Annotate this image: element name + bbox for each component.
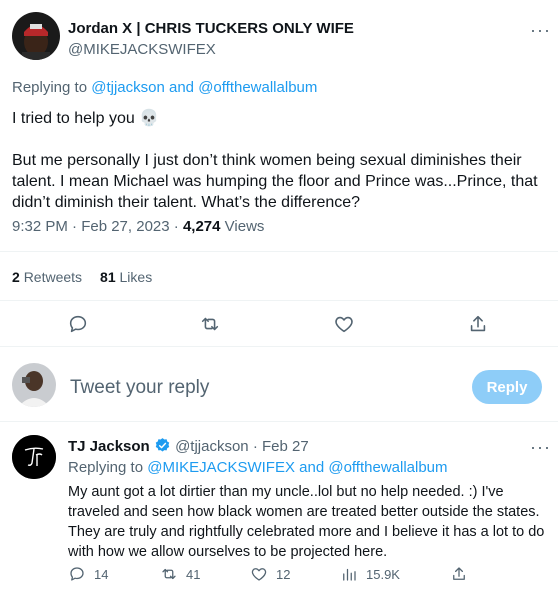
reply-date[interactable]: Feb 27 [262, 438, 309, 455]
retweets-count: 2 [12, 269, 20, 285]
replying-and: and [168, 79, 195, 96]
reply-action[interactable]: 14 [68, 564, 108, 584]
like-action[interactable]: 12 [250, 564, 290, 584]
views-action[interactable]: 15.9K [340, 564, 400, 584]
my-avatar[interactable] [12, 363, 56, 407]
mention-link[interactable]: @tjjackson [91, 79, 165, 96]
divider [0, 251, 558, 252]
retweet-count: 41 [186, 566, 201, 582]
retweets-stat[interactable]: 2 Retweets [12, 269, 82, 285]
more-icon[interactable]: ··· [530, 437, 551, 458]
divider [0, 421, 558, 422]
tweet-paragraph: I tried to help you 💀 [12, 110, 160, 127]
timestamp-text[interactable]: 9:32 PM · Feb 27, 2023 · [12, 218, 183, 235]
reply-icon [68, 565, 86, 583]
verified-badge-icon [154, 437, 171, 458]
like-count: 12 [276, 566, 291, 582]
reply-author-line: TJ Jackson @tjjackson · Feb 27 [68, 437, 309, 458]
reply-author-name[interactable]: TJ Jackson [68, 438, 150, 455]
more-icon[interactable]: ··· [530, 20, 551, 41]
author-avatar[interactable] [12, 12, 60, 60]
reply-author-handle[interactable]: @tjjackson [175, 438, 249, 455]
views-label: Views [224, 218, 265, 235]
tweet-actions [0, 311, 558, 337]
separator: · [252, 438, 258, 455]
reply-actions: 14 41 12 15.9K [0, 564, 558, 586]
likes-count: 81 [100, 269, 116, 285]
mention-link[interactable]: @offthewallalbum [328, 459, 447, 476]
tweet-timestamp[interactable]: 9:32 PM · Feb 27, 2023 · 4,274 Views [12, 218, 264, 235]
retweets-label: Retweets [23, 269, 83, 285]
likes-stat[interactable]: 81 Likes [100, 269, 152, 285]
mention-link[interactable]: @offthewallalbum [198, 79, 317, 96]
author-display-name[interactable]: Jordan X | CHRIS TUCKERS ONLY WIFE [68, 20, 354, 37]
retweet-icon [160, 565, 178, 583]
replying-and: and [299, 459, 325, 476]
views-count: 15.9K [366, 566, 400, 582]
replying-prefix: Replying to [68, 459, 144, 476]
share-icon[interactable] [467, 313, 489, 335]
reply-author-avatar[interactable] [12, 435, 56, 479]
views-count: 4,274 [182, 218, 221, 235]
reply-icon[interactable] [67, 313, 89, 335]
divider [0, 300, 558, 301]
divider [0, 346, 558, 347]
like-icon[interactable] [333, 313, 355, 335]
mention-link[interactable]: @MIKEJACKSWIFEX [147, 459, 295, 476]
author-handle[interactable]: @MIKEJACKSWIFEX [68, 41, 216, 58]
views-icon [340, 565, 358, 583]
share-action[interactable] [450, 564, 468, 584]
tweet-paragraph: But me personally I just don’t think wom… [12, 152, 538, 211]
reply-input[interactable]: Tweet your reply [70, 377, 209, 399]
likes-label: Likes [119, 269, 153, 285]
reply-count: 14 [94, 566, 109, 582]
reply-button[interactable]: Reply [472, 370, 542, 404]
like-icon [250, 565, 268, 583]
share-icon [450, 565, 468, 583]
reply-replying-to: Replying to @MIKEJACKSWIFEX and @offthew… [68, 459, 448, 476]
retweet-icon[interactable] [199, 313, 221, 335]
retweet-action[interactable]: 41 [160, 564, 200, 584]
reply-body: My aunt got a lot dirtier than my uncle.… [68, 484, 545, 560]
replying-to: Replying to @tjjackson and @offthewallal… [12, 79, 317, 96]
engagement-stats: 2 Retweets 81 Likes [12, 269, 152, 285]
tweet-body: I tried to help you 💀 But me personally … [12, 108, 552, 234]
replying-prefix: Replying to [12, 79, 88, 96]
